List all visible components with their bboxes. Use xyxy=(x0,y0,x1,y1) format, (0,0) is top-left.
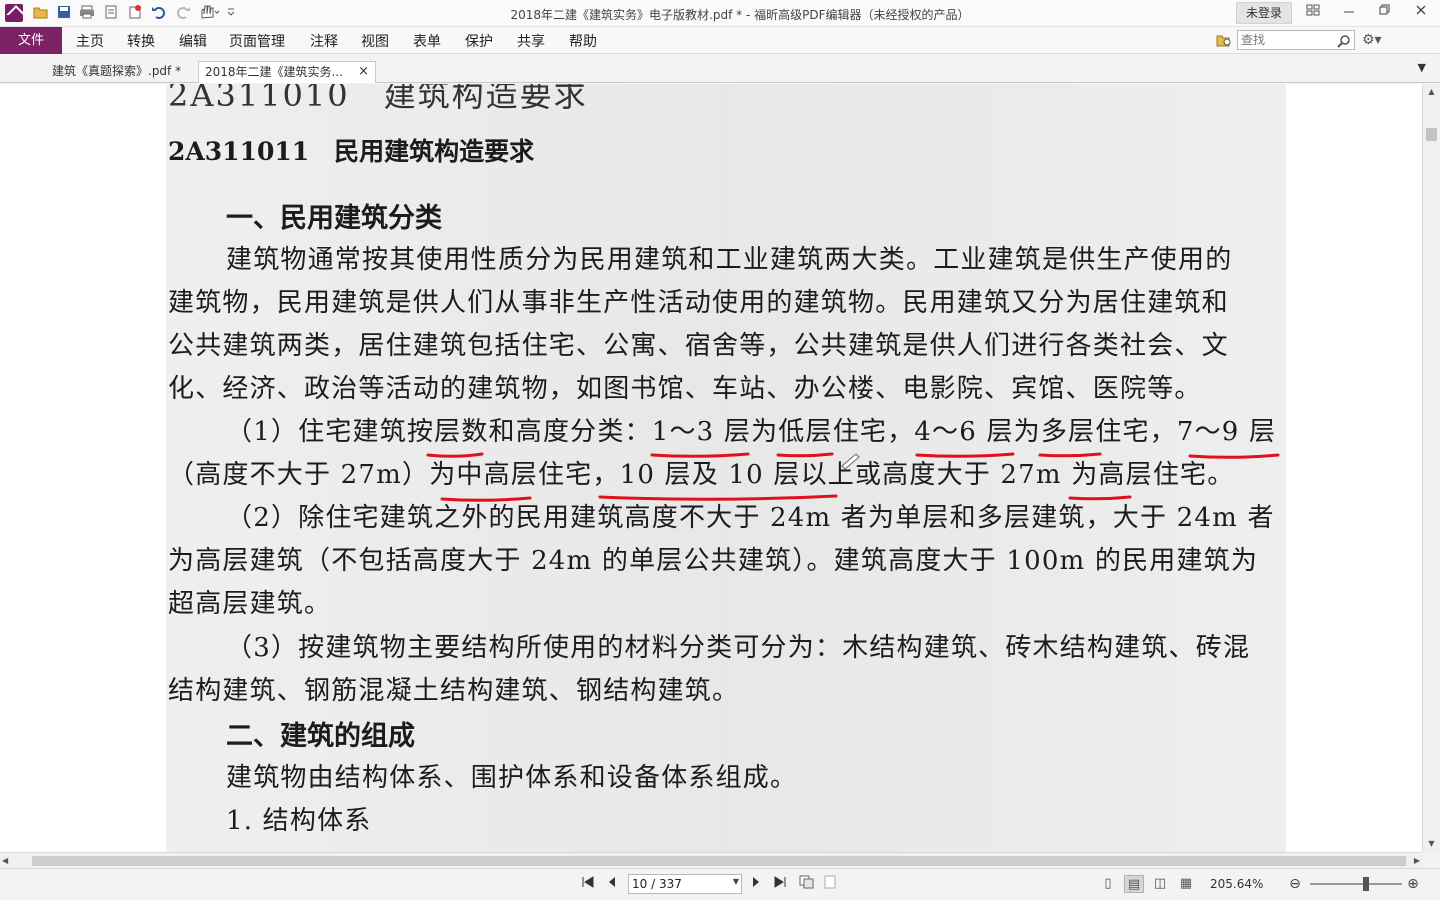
minimize-icon[interactable] xyxy=(1332,2,1366,24)
window-title: 2018年二建《建筑实务》电子版教材.pdf * - 福昕高级PDF编辑器（未经… xyxy=(510,8,970,22)
paragraph-line: （高度不大于 27m）为中高层住宅，10 层及 10 层以上或高度大于 27m … xyxy=(168,460,1235,490)
paragraph-line: 建筑物通常按其使用性质分为民用建筑和工业建筑两大类。工业建筑是供生产使用的 xyxy=(226,245,1233,275)
menu-bar: 文件 主页 转换 编辑 页面管理 注释 视图 表单 保护 共享 帮助 ⚙▾ xyxy=(0,27,1440,54)
document-tab-strip: 建筑《真题探索》.pdf * 2018年二建《建筑实务... × ▼ xyxy=(0,55,1440,83)
continuous-facing-view-icon[interactable]: ▦ xyxy=(1176,875,1196,893)
horizontal-scrollbar[interactable]: ◀ ▶ xyxy=(0,852,1422,868)
title-bar: 2018年二建《建筑实务》电子版教材.pdf * - 福昕高级PDF编辑器（未经… xyxy=(0,0,1440,27)
login-button[interactable]: 未登录 xyxy=(1236,2,1292,24)
scroll-up-icon[interactable]: ▲ xyxy=(1423,84,1440,100)
vertical-scroll-thumb[interactable] xyxy=(1426,128,1437,141)
zoom-slider[interactable] xyxy=(1310,877,1402,891)
tab-label: 2018年二建《建筑实务... xyxy=(205,65,343,79)
chapter-heading: 2A311010 建筑构造要求 xyxy=(168,84,588,114)
search-icon[interactable] xyxy=(1337,33,1351,48)
scroll-right-icon[interactable]: ▶ xyxy=(1414,853,1420,869)
create-icon[interactable] xyxy=(126,5,143,21)
paragraph-line: 1. 结构体系 xyxy=(226,806,372,836)
ribbon-display-icon[interactable] xyxy=(1296,2,1330,24)
undo-icon[interactable] xyxy=(150,5,167,21)
close-icon[interactable] xyxy=(1404,2,1438,24)
sub-heading-composition: 二、建筑的组成 xyxy=(226,721,415,752)
horizontal-scroll-thumb[interactable] xyxy=(32,856,1406,866)
previous-page-icon[interactable] xyxy=(604,875,620,893)
tab-document-1[interactable]: 建筑《真题探索》.pdf * xyxy=(46,61,194,83)
open-icon[interactable] xyxy=(32,5,49,21)
first-page-icon[interactable] xyxy=(580,875,596,893)
paragraph-line: 结构建筑、钢筋混凝土结构建筑、钢结构建筑。 xyxy=(168,676,740,706)
paragraph-line: 为高层建筑（不包括高度大于 24m 的单层公共建筑）。建筑高度大于 100m 的… xyxy=(168,546,1259,576)
scroll-down-icon[interactable]: ▼ xyxy=(1423,836,1440,852)
save-icon[interactable] xyxy=(55,5,72,21)
menu-page-management[interactable]: 页面管理 xyxy=(229,31,285,51)
app-logo-icon[interactable] xyxy=(5,4,23,22)
paragraph-line: （2）除住宅建筑之外的民用建筑高度不大于 24m 者为单层和多层建筑，大于 24… xyxy=(226,503,1275,533)
chevron-down-icon[interactable]: ▼ xyxy=(733,877,739,886)
menu-file[interactable]: 文件 xyxy=(0,27,62,54)
copy-page-icon[interactable] xyxy=(798,875,816,893)
paragraph-line: 化、经济、政治等活动的建筑物，如图书馆、车站、办公楼、电影院、宾馆、医院等。 xyxy=(168,374,1202,404)
document-viewport[interactable]: 2A311010 建筑构造要求 2A311011 民用建筑构造要求 一、民用建筑… xyxy=(0,84,1422,852)
pdf-page: 2A311010 建筑构造要求 2A311011 民用建筑构造要求 一、民用建筑… xyxy=(166,84,1286,852)
pdf-editor-window: 2018年二建《建筑实务》电子版教材.pdf * - 福昕高级PDF编辑器（未经… xyxy=(0,0,1440,900)
paragraph-line: 建筑物，民用建筑是供人们从事非生产性活动使用的建筑物。民用建筑又分为居住建筑和 xyxy=(168,288,1229,318)
menu-view[interactable]: 视图 xyxy=(361,31,389,51)
facing-view-icon[interactable]: ◫ xyxy=(1150,875,1170,893)
search-box[interactable] xyxy=(1237,30,1355,50)
tab-close-icon[interactable]: × xyxy=(358,62,369,82)
customize-icon[interactable] xyxy=(226,5,236,21)
zoom-slider-handle[interactable] xyxy=(1363,877,1369,891)
page-number-box[interactable]: ▼ xyxy=(628,874,742,894)
menu-comment[interactable]: 注释 xyxy=(310,31,338,51)
reflow-icon[interactable] xyxy=(822,875,840,893)
hand-tool-icon[interactable] xyxy=(198,5,222,21)
print-icon[interactable] xyxy=(78,5,95,21)
vertical-scrollbar[interactable]: ▲ ▼ xyxy=(1422,84,1440,852)
continuous-view-icon[interactable]: ▤ xyxy=(1124,875,1144,893)
paragraph-line: 公共建筑两类，居住建筑包括住宅、公寓、宿舍等，公共建筑是供人们进行各类社会、文 xyxy=(168,331,1229,361)
section-heading: 2A311011 民用建筑构造要求 xyxy=(168,137,535,166)
find-folder-icon[interactable] xyxy=(1216,33,1232,48)
menu-share[interactable]: 共享 xyxy=(517,31,545,51)
page-number-input[interactable] xyxy=(632,876,728,892)
paragraph-line: 建筑物由结构体系、围护体系和设备体系组成。 xyxy=(226,763,798,793)
search-input[interactable] xyxy=(1241,32,1333,48)
restore-icon[interactable] xyxy=(1368,2,1402,24)
tab-document-2-active[interactable]: 2018年二建《建筑实务... × xyxy=(198,61,376,83)
menu-form[interactable]: 表单 xyxy=(413,31,441,51)
zoom-level[interactable]: 205.64% xyxy=(1210,877,1263,891)
paragraph-line: （3）按建筑物主要结构所使用的材料分类可分为：木结构建筑、砖木结构建筑、砖混 xyxy=(226,633,1251,663)
settings-gear-icon[interactable]: ⚙▾ xyxy=(1362,31,1388,49)
last-page-icon[interactable] xyxy=(772,875,788,893)
new-icon[interactable] xyxy=(102,5,119,21)
status-bar: ▼ ▯ ▤ ◫ ▦ 205.64% ⊖ ⊕ xyxy=(0,868,1440,900)
zoom-out-button[interactable]: ⊖ xyxy=(1286,875,1304,893)
paragraph-line: （1）住宅建筑按层数和高度分类：1～3 层为低层住宅，4～6 层为多层住宅，7～… xyxy=(226,417,1277,447)
single-page-view-icon[interactable]: ▯ xyxy=(1098,875,1118,893)
menu-home[interactable]: 主页 xyxy=(76,31,104,51)
zoom-in-button[interactable]: ⊕ xyxy=(1404,875,1422,893)
paragraph-line: 超高层建筑。 xyxy=(168,589,332,619)
menu-protect[interactable]: 保护 xyxy=(465,31,493,51)
menu-convert[interactable]: 转换 xyxy=(127,31,155,51)
sub-heading-classification: 一、民用建筑分类 xyxy=(226,203,442,234)
chevron-down-icon[interactable]: ▼ xyxy=(1418,61,1426,74)
tab-label: 建筑《真题探索》.pdf * xyxy=(52,64,182,78)
menu-help[interactable]: 帮助 xyxy=(569,31,597,51)
redo-icon[interactable] xyxy=(174,5,191,21)
scroll-left-icon[interactable]: ◀ xyxy=(2,853,8,869)
menu-edit[interactable]: 编辑 xyxy=(179,31,207,51)
next-page-icon[interactable] xyxy=(748,875,764,893)
